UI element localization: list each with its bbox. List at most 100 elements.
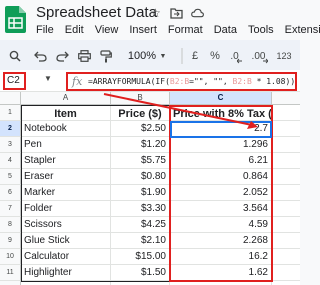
- table-cell[interactable]: $2.10: [111, 233, 170, 249]
- move-folder-icon[interactable]: [170, 6, 183, 20]
- empty-cell[interactable]: [272, 281, 300, 285]
- empty-cell[interactable]: [272, 137, 300, 153]
- sheets-logo-icon[interactable]: [5, 6, 26, 33]
- row-header-9[interactable]: 9: [0, 233, 21, 249]
- table-cell[interactable]: 6.21: [170, 153, 272, 169]
- table-cell[interactable]: $5.75: [111, 153, 170, 169]
- format-currency-button[interactable]: £: [189, 48, 201, 64]
- table-cell[interactable]: $2.50: [111, 121, 170, 137]
- toolbar: 100% ▼ £ % .0 .00 123: [0, 40, 300, 70]
- menu-edit[interactable]: Edit: [65, 24, 84, 37]
- table-cell[interactable]: Eraser: [21, 169, 111, 185]
- row-header-1[interactable]: 1: [0, 105, 21, 121]
- empty-cell[interactable]: [111, 281, 170, 285]
- empty-cell[interactable]: [170, 281, 272, 285]
- header-cell[interactable]: Item: [21, 105, 111, 121]
- table-cell[interactable]: Highlighter: [21, 265, 111, 281]
- formula-input[interactable]: fx =ARRAYFORMULA(IF(B2:B="", "", B2:B * …: [66, 72, 297, 91]
- table-cell[interactable]: 4.59: [170, 217, 272, 233]
- table-cell[interactable]: Calculator: [21, 249, 111, 265]
- row-header-5[interactable]: 5: [0, 169, 21, 185]
- table-cell[interactable]: $4.25: [111, 217, 170, 233]
- menu-tools[interactable]: Tools: [248, 24, 274, 37]
- row-header-7[interactable]: 7: [0, 201, 21, 217]
- table-cell[interactable]: $1.50: [111, 265, 170, 281]
- row-header-11[interactable]: 11: [0, 265, 21, 281]
- menu-bar: File Edit View Insert Format Data Tools …: [36, 24, 320, 37]
- undo-icon[interactable]: [33, 48, 47, 64]
- table-cell[interactable]: Scissors: [21, 217, 111, 233]
- table-cell[interactable]: 1.62: [170, 265, 272, 281]
- empty-cell[interactable]: [272, 233, 300, 249]
- table-cell[interactable]: Marker: [21, 185, 111, 201]
- row-header-2[interactable]: 2: [0, 121, 21, 137]
- table-cell[interactable]: Stapler: [21, 153, 111, 169]
- row-header-10[interactable]: 10: [0, 249, 21, 265]
- increase-decimal-button[interactable]: .00: [249, 48, 271, 64]
- column-header-c[interactable]: C: [170, 92, 272, 105]
- header-cell[interactable]: Price with 8% Tax ($): [170, 105, 272, 121]
- empty-cell[interactable]: [21, 281, 111, 285]
- formula-bar: C2 ▼ fx =ARRAYFORMULA(IF(B2:B="", "", B2…: [0, 70, 300, 92]
- empty-cell[interactable]: [272, 169, 300, 185]
- row-header-12[interactable]: 12: [0, 281, 21, 285]
- empty-cell[interactable]: [272, 201, 300, 217]
- table-cell[interactable]: 16.2: [170, 249, 272, 265]
- table-cell[interactable]: Notebook: [21, 121, 111, 137]
- table-cell[interactable]: 3.564: [170, 201, 272, 217]
- zoom-dropdown-icon[interactable]: ▼: [159, 48, 167, 64]
- cloud-status-icon[interactable]: [191, 6, 204, 20]
- app-header: Spreadsheet Data ☆ File Edit View Insert…: [0, 0, 320, 40]
- column-header-a[interactable]: A: [21, 92, 111, 105]
- menu-view[interactable]: View: [95, 24, 119, 37]
- name-box[interactable]: C2: [3, 72, 26, 90]
- search-menus-icon[interactable]: [8, 48, 22, 64]
- star-icon[interactable]: ☆: [149, 6, 162, 20]
- row-header-4[interactable]: 4: [0, 153, 21, 169]
- menu-extensions[interactable]: Extensio: [285, 24, 320, 37]
- name-box-dropdown-icon[interactable]: ▼: [44, 74, 52, 83]
- menu-format[interactable]: Format: [168, 24, 203, 37]
- sheet-grid[interactable]: A B C 1 Item Price ($) Price with 8% Tax ($…: [0, 92, 300, 285]
- fx-icon: fx: [72, 75, 83, 88]
- empty-cell[interactable]: [272, 153, 300, 169]
- table-cell[interactable]: 0.864: [170, 169, 272, 185]
- select-all-corner[interactable]: [0, 92, 21, 105]
- redo-icon[interactable]: [55, 48, 69, 64]
- table-cell[interactable]: 2.268: [170, 233, 272, 249]
- table-cell[interactable]: $1.20: [111, 137, 170, 153]
- table-cell[interactable]: 2.052: [170, 185, 272, 201]
- table-cell[interactable]: $15.00: [111, 249, 170, 265]
- paint-format-icon[interactable]: [99, 48, 113, 64]
- zoom-select[interactable]: 100%: [127, 48, 157, 64]
- menu-data[interactable]: Data: [214, 24, 237, 37]
- column-header-b[interactable]: B: [111, 92, 170, 105]
- row-header-3[interactable]: 3: [0, 137, 21, 153]
- empty-cell[interactable]: [272, 249, 300, 265]
- more-formats-button[interactable]: 123: [275, 48, 293, 64]
- table-cell[interactable]: Glue Stick: [21, 233, 111, 249]
- empty-cell[interactable]: [272, 105, 300, 121]
- formula-text: =ARRAYFORMULA(IF(B2:B="", "", B2:B * 1.0…: [88, 77, 296, 86]
- menu-insert[interactable]: Insert: [129, 24, 157, 37]
- table-cell[interactable]: 1.296: [170, 137, 272, 153]
- table-cell[interactable]: $3.30: [111, 201, 170, 217]
- header-cell[interactable]: Price ($): [111, 105, 170, 121]
- document-title[interactable]: Spreadsheet Data: [36, 4, 157, 21]
- column-header-d[interactable]: [272, 92, 300, 105]
- decrease-decimal-button[interactable]: .0: [227, 48, 245, 64]
- menu-file[interactable]: File: [36, 24, 54, 37]
- table-cell[interactable]: Folder: [21, 201, 111, 217]
- row-header-8[interactable]: 8: [0, 217, 21, 233]
- empty-cell[interactable]: [272, 265, 300, 281]
- empty-cell[interactable]: [272, 121, 300, 137]
- table-cell[interactable]: $0.80: [111, 169, 170, 185]
- print-icon[interactable]: [77, 48, 91, 64]
- empty-cell[interactable]: [272, 185, 300, 201]
- table-cell[interactable]: Pen: [21, 137, 111, 153]
- table-cell[interactable]: 2.7: [170, 121, 272, 137]
- row-header-6[interactable]: 6: [0, 185, 21, 201]
- table-cell[interactable]: $1.90: [111, 185, 170, 201]
- empty-cell[interactable]: [272, 217, 300, 233]
- format-percent-button[interactable]: %: [209, 48, 221, 64]
